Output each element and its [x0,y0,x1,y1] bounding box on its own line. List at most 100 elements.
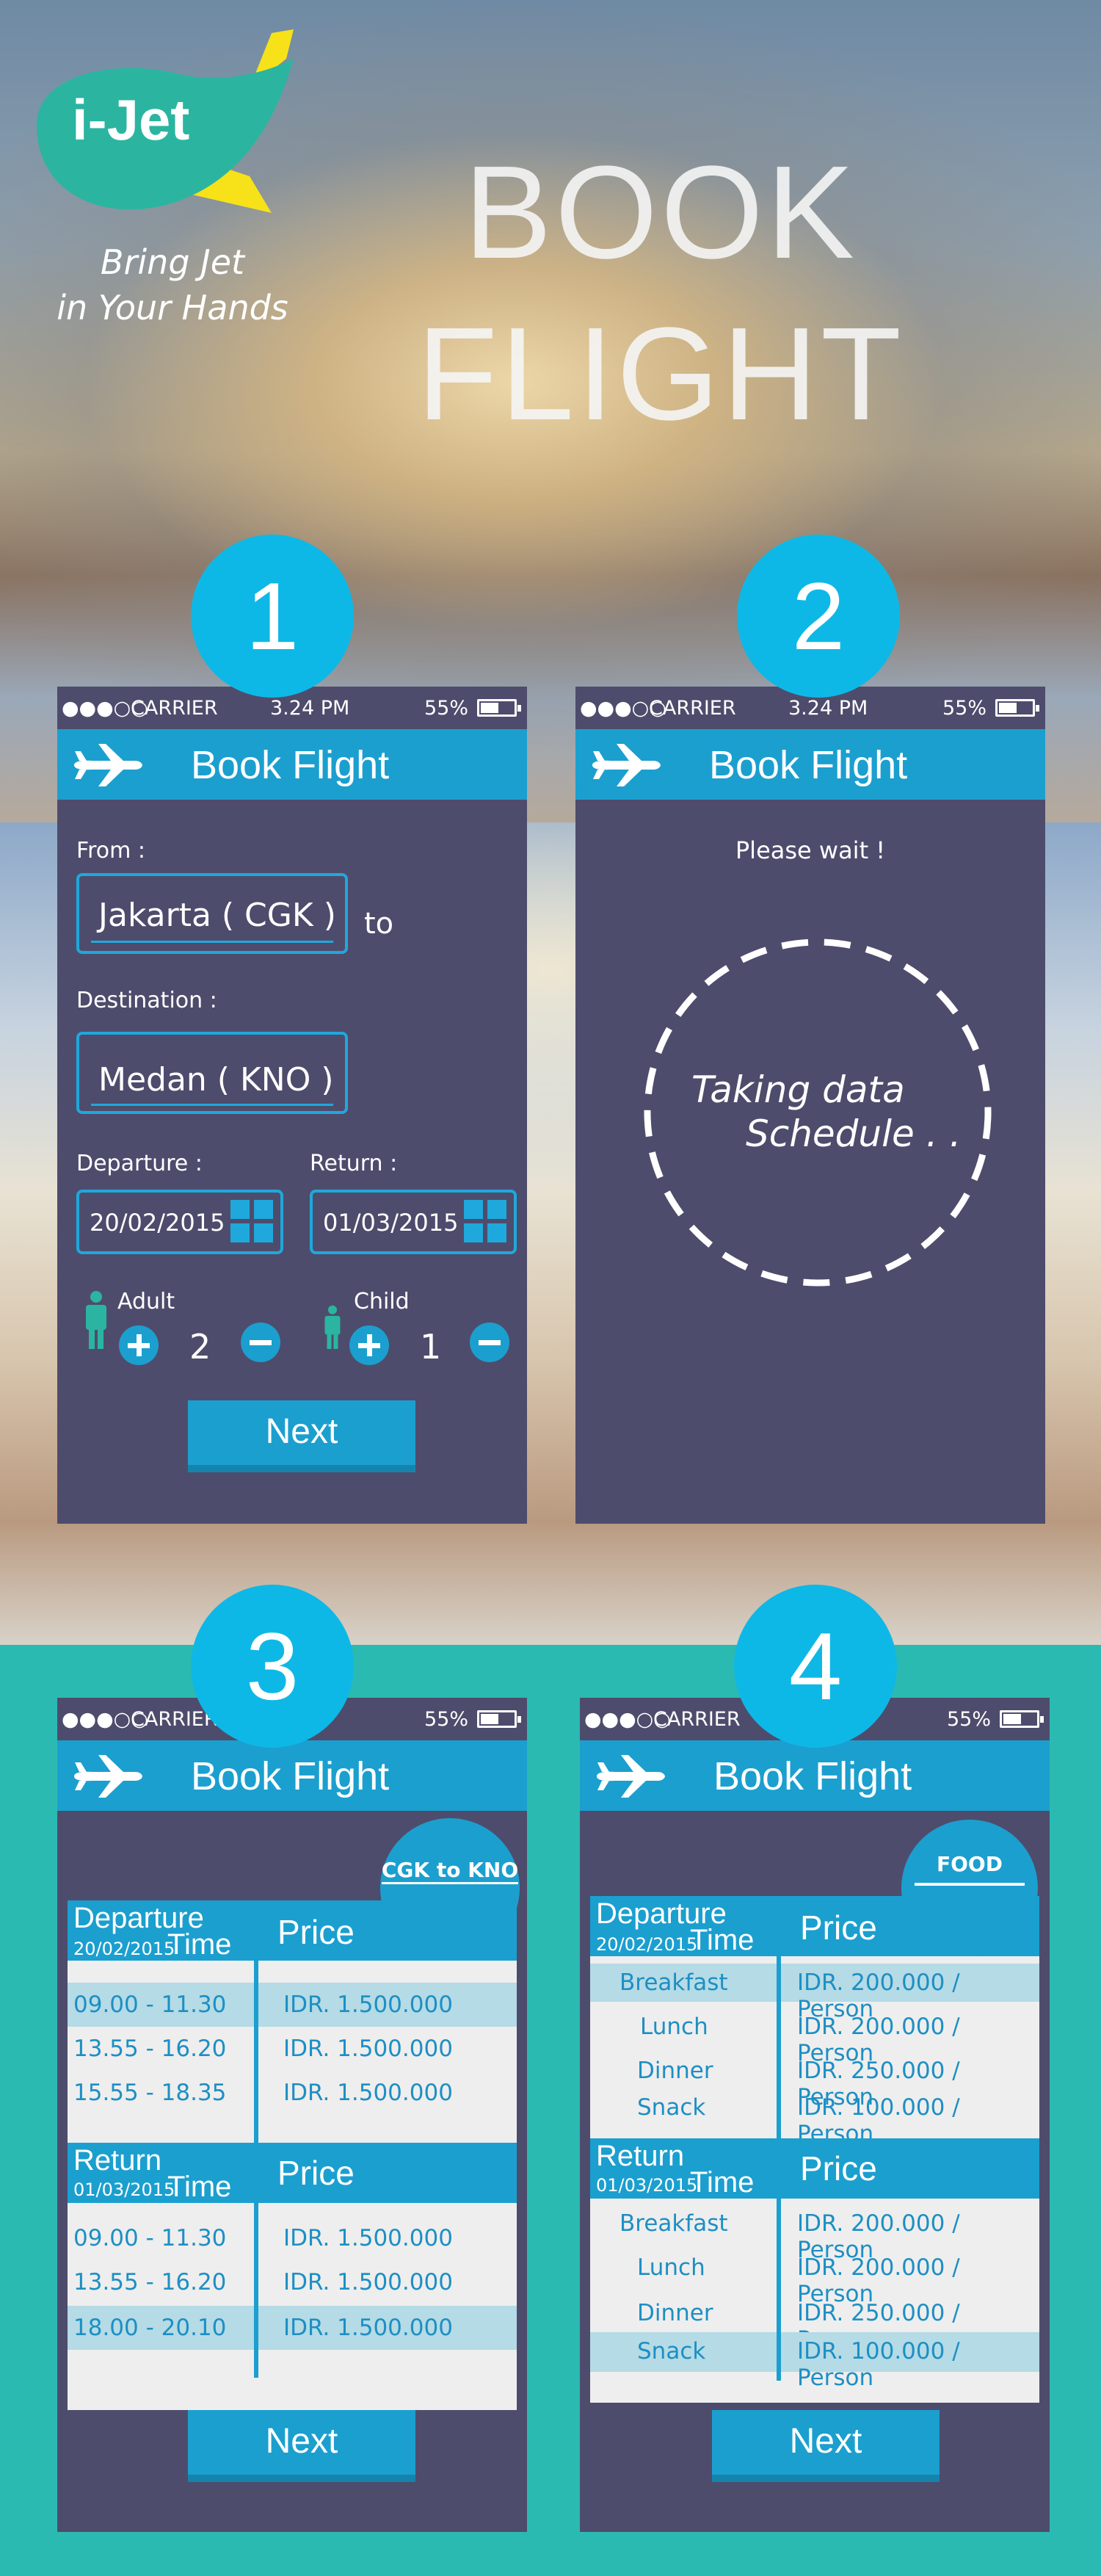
table-row[interactable]: 15.55 - 18.35 IDR. 1.500.000 [68,2071,517,2115]
table-row[interactable]: Lunch IDR. 200.000 / Person [590,2008,1039,2066]
table-row[interactable]: DinnerIDR. 250.000 / Person [590,2052,1039,2110]
app-bar: Book Flight [580,1740,1050,1811]
table-row[interactable]: Snack IDR. 100.000 / Person [590,2090,1039,2147]
battery-percent: 55% [942,697,987,720]
adult-person-icon [86,1291,106,1349]
table-row[interactable]: 13.55 - 16.20 IDR. 1.500.000 [68,2260,517,2304]
status-time: 3.24 PM [788,697,868,720]
row-time: 18.00 - 20.10 [73,2315,227,2341]
return-header: Return 01/03/2015 Time Price [68,2143,517,2203]
adult-count: 2 [189,1327,211,1367]
airplane-icon [597,1755,665,1798]
row-meal: Snack [637,2338,706,2365]
schedule-table: Departure 20/02/2015 Time Price 09.00 - … [68,1900,517,2410]
next-button[interactable]: Next [188,1400,415,1472]
table-row[interactable]: 18.00 - 20.10 IDR. 1.500.000 [68,2306,517,2350]
headline-line2: FLIGHT [416,300,905,448]
return-date-field[interactable]: 01/03/2015 [310,1190,517,1254]
adult-increment-button[interactable] [119,1325,159,1365]
carrier-label: CARRIER [653,1708,741,1731]
battery-icon [995,699,1039,717]
from-label: From : [76,838,145,864]
destination-field[interactable]: Medan ( KNO ) [76,1032,348,1114]
battery-percent: 55% [947,1708,992,1731]
app-title: Book Flight [191,1754,390,1798]
please-wait-text: Please wait ! [735,836,886,864]
return-date: 01/03/2015 [73,2179,175,2200]
table-row[interactable]: Breakfast IDR. 200.000 / Person [590,1964,1039,2022]
to-label: to [364,907,394,941]
return-header: Return 01/03/2015 Time Price [590,2138,1039,2199]
row-price: IDR. 1.500.000 [283,2036,453,2062]
phone-screen-4: ●●●○○ CARRIER 55% Book Flight Departure … [580,1698,1050,2532]
food-table: Departure 20/02/2015 Time Price Breakfas… [590,1896,1039,2403]
i-jet-logo: i-Jet [37,29,294,213]
from-field[interactable]: Jakarta ( CGK ) [76,873,348,954]
child-label: Child [354,1289,410,1314]
row-time: 13.55 - 16.20 [73,2269,227,2295]
logo-text: i-Jet [72,87,189,152]
row-time: 15.55 - 18.35 [73,2080,227,2106]
phone-screen-2: ●●●○○ CARRIER 3.24 PM 55% Book Flight Pl… [575,687,1045,1524]
airplane-icon [74,1755,142,1798]
next-button[interactable]: Next [712,2410,940,2482]
departure-time-label: Time [167,1928,232,1961]
departure-price-label: Price [277,1913,355,1951]
battery-icon [477,1710,521,1728]
departure-label: Departure : [76,1151,203,1176]
departure-date-field[interactable]: 20/02/2015 [76,1190,283,1254]
departure-price-label: Price [800,1909,877,1947]
next-button[interactable]: Next [188,2410,415,2482]
column-divider [777,1896,781,2381]
table-row[interactable]: Breakfast IDR. 200.000 / Person [590,2206,1039,2263]
row-price: IDR. 1.500.000 [283,1991,453,2018]
row-price: IDR. 1.500.000 [283,2080,453,2106]
row-meal: Breakfast [619,1969,728,1996]
adult-decrement-button[interactable] [241,1323,280,1362]
row-meal: Dinner [637,2300,713,2326]
route-badge-text: CGK to KNO [381,1858,519,1884]
app-bar: Book Flight [57,1740,527,1811]
departure-date: 20/02/2015 [596,1934,698,1955]
return-price-label: Price [277,2154,355,2192]
table-row[interactable]: DinnerIDR. 250.000 / Person [590,2293,1039,2353]
table-row[interactable]: 13.55 - 16.20 IDR. 1.500.000 [68,2027,517,2071]
app-bar: Book Flight [57,729,527,800]
carrier-label: CARRIER [649,697,736,720]
calendar-icon[interactable] [230,1200,273,1242]
tagline-line2: in Your Hands [57,288,288,328]
destination-value: Medan ( KNO ) [98,1061,334,1099]
child-decrement-button[interactable] [470,1323,509,1362]
carrier-label: CARRIER [131,697,218,720]
table-row[interactable]: 09.00 - 11.30 IDR. 1.500.000 [68,2216,517,2260]
departure-time-label: Time [690,1924,755,1956]
headline: BOOK FLIGHT [411,132,910,455]
row-meal: Lunch [640,2014,708,2040]
row-meal: Dinner [637,2058,713,2084]
calendar-icon[interactable] [464,1200,506,1242]
child-increment-button[interactable] [349,1325,389,1365]
app-title: Book Flight [709,743,908,787]
table-row[interactable]: Snack IDR. 100.000 / Person [590,2332,1039,2391]
tagline: Bring Jet in Your Hands [29,239,316,330]
table-row[interactable]: 09.00 - 11.30 IDR. 1.500.000 [68,1983,517,2027]
step-badge-1: 1 [191,535,354,698]
row-price: IDR. 1.500.000 [283,2225,453,2251]
row-time: 09.00 - 11.30 [73,1991,227,2018]
destination-label: Destination : [76,988,217,1013]
row-meal: Breakfast [619,2210,728,2237]
app-bar: Book Flight [575,729,1045,800]
return-price-label: Price [800,2149,877,2188]
row-price: IDR. 100.000 / Person [797,2338,960,2391]
from-value: Jakarta ( CGK ) [98,897,336,934]
return-time-label: Time [167,2171,232,2203]
phone-screen-1: ●●●○○ CARRIER 3.24 PM 55% Book Flight Fr… [57,687,527,1524]
airplane-icon [74,744,142,786]
app-title: Book Flight [713,1754,912,1798]
table-row[interactable]: Lunch IDR. 200.000 / Person [590,2248,1039,2307]
battery-percent: 55% [424,1708,469,1731]
return-label: Return : [310,1151,398,1176]
app-title: Book Flight [191,743,390,787]
return-title: Return [596,2140,685,2172]
row-time: 09.00 - 11.30 [73,2225,227,2251]
